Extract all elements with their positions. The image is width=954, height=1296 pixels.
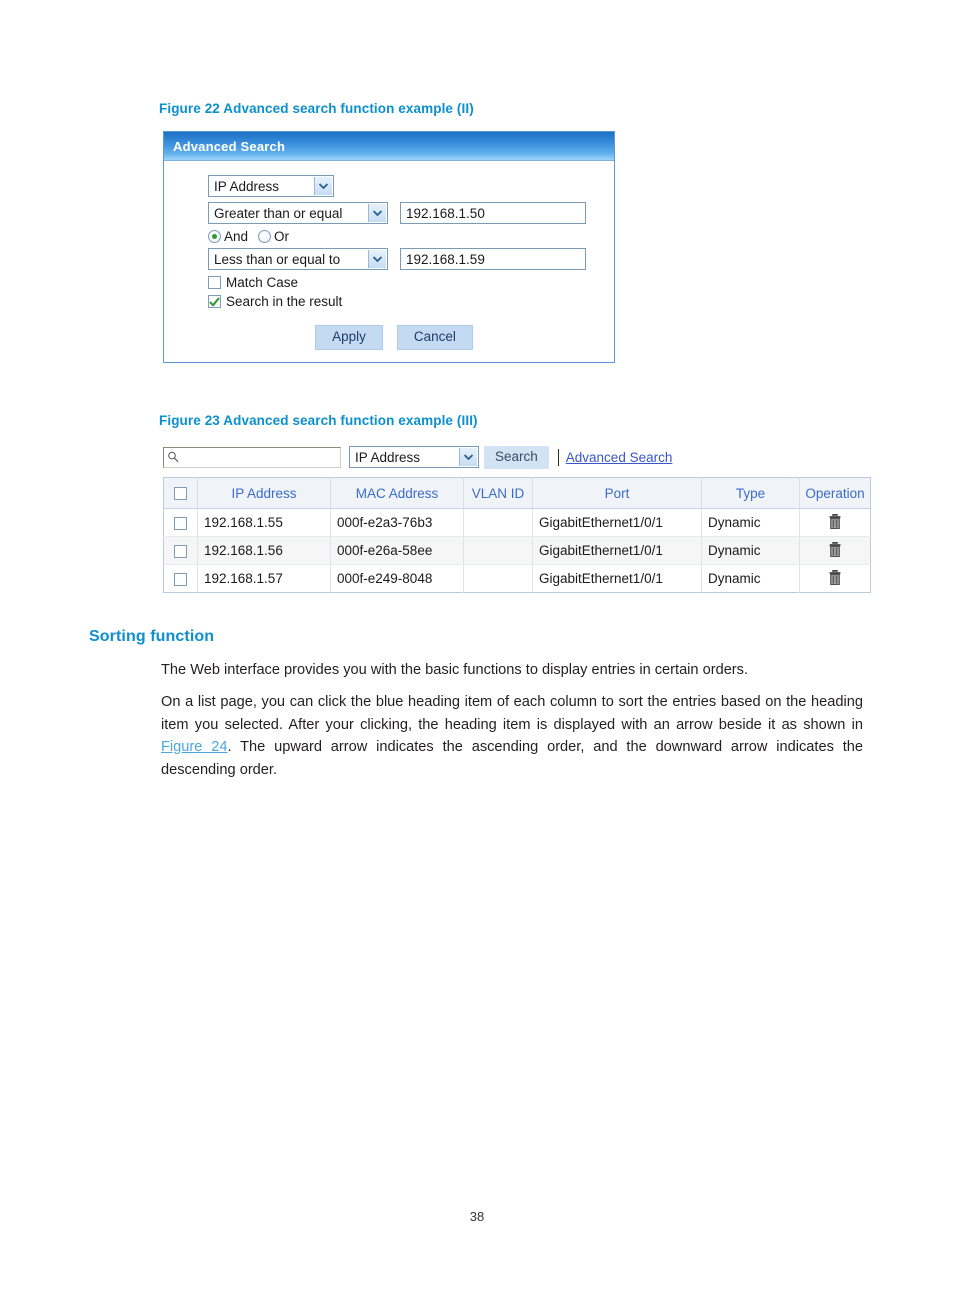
cell-port: GigabitEthernet1/0/1 [532, 508, 702, 537]
table-header-mac-address[interactable]: MAC Address [330, 477, 464, 509]
cell-type: Dynamic [701, 508, 800, 537]
entry-table: IP Address MAC Address VLAN ID Port Type… [163, 477, 871, 593]
row-checkbox[interactable] [174, 544, 187, 558]
magnifier-icon [168, 451, 179, 463]
search-field-select[interactable]: IP Address [208, 175, 334, 197]
cell-operation [799, 508, 871, 537]
table-row: 192.168.1.55 000f-e2a3-76b3 GigabitEther… [163, 508, 871, 537]
logic-operator-row: And Or [208, 229, 606, 244]
figure-22-caption: Figure 22 Advanced search function examp… [159, 101, 474, 116]
cancel-button[interactable]: Cancel [396, 325, 473, 350]
condition-2-value-text: 192.168.1.59 [406, 251, 485, 267]
advanced-search-dialog: Advanced Search IP Address Greater than … [163, 131, 615, 363]
condition-1-value-input[interactable]: 192.168.1.50 [400, 202, 586, 224]
trash-icon[interactable] [829, 541, 841, 560]
cell-operation [799, 536, 871, 565]
search-in-result-label: Search in the result [226, 294, 343, 309]
condition-2-value-input[interactable]: 192.168.1.59 [400, 248, 586, 270]
trash-icon[interactable] [829, 513, 841, 532]
toolbar-divider [557, 448, 559, 466]
search-input[interactable] [163, 446, 341, 468]
cell-type: Dynamic [701, 536, 800, 565]
table-header-ip-address[interactable]: IP Address [197, 477, 331, 509]
figure-24-link[interactable]: Figure 24 [161, 739, 227, 755]
table-header-vlan-id[interactable]: VLAN ID [463, 477, 533, 509]
row-checkbox[interactable] [174, 572, 187, 586]
advanced-search-dialog-title: Advanced Search [164, 132, 614, 160]
chevron-down-icon[interactable] [459, 448, 477, 466]
chevron-down-icon[interactable] [314, 177, 332, 195]
chevron-down-icon[interactable] [368, 250, 386, 268]
chevron-down-icon[interactable] [368, 204, 386, 222]
advanced-search-link[interactable]: Advanced Search [566, 450, 673, 465]
cell-vlan-id [463, 508, 533, 537]
table-row: 192.168.1.56 000f-e26a-58ee GigabitEther… [163, 536, 871, 565]
match-case-row[interactable]: Match Case [208, 275, 606, 290]
row-select-cell[interactable] [163, 564, 198, 593]
table-header-operation[interactable]: Operation [799, 477, 871, 509]
search-in-result-row[interactable]: Search in the result [208, 294, 606, 309]
row-select-cell[interactable] [163, 536, 198, 565]
check-icon [209, 296, 220, 307]
cell-mac-address: 000f-e2a3-76b3 [330, 508, 464, 537]
match-case-checkbox[interactable] [208, 276, 221, 289]
cell-mac-address: 000f-e26a-58ee [330, 536, 464, 565]
condition-2-row: Less than or equal to 192.168.1.59 [208, 248, 606, 270]
radio-or-label: Or [274, 229, 290, 244]
cell-ip-address: 192.168.1.55 [197, 508, 331, 537]
condition-1-value-text: 192.168.1.50 [406, 205, 485, 221]
radio-or[interactable] [258, 230, 272, 243]
table-header-row: IP Address MAC Address VLAN ID Port Type… [163, 477, 871, 509]
field-select-row: IP Address [208, 175, 606, 197]
search-in-result-checkbox[interactable] [208, 295, 221, 308]
entry-list-panel: IP Address Search Advanced Search IP Add… [163, 443, 871, 593]
search-button[interactable]: Search [484, 445, 549, 469]
advanced-search-dialog-body: IP Address Greater than or equal 192.168… [164, 160, 614, 362]
sorting-function-heading: Sorting function [89, 628, 215, 645]
cell-ip-address: 192.168.1.57 [197, 564, 331, 593]
list-toolbar: IP Address Search Advanced Search [163, 443, 863, 471]
table-row: 192.168.1.57 000f-e249-8048 GigabitEther… [163, 564, 871, 593]
row-checkbox[interactable] [174, 516, 187, 530]
condition-1-operator-select[interactable]: Greater than or equal [208, 202, 388, 224]
condition-2-operator-value: Less than or equal to [214, 251, 341, 267]
cell-type: Dynamic [701, 564, 800, 593]
cell-mac-address: 000f-e249-8048 [330, 564, 464, 593]
cell-vlan-id [463, 564, 533, 593]
cell-ip-address: 192.168.1.56 [197, 536, 331, 565]
figure-23-caption: Figure 23 Advanced search function examp… [159, 413, 478, 428]
condition-1-operator-value: Greater than or equal [214, 205, 343, 221]
apply-button[interactable]: Apply [315, 325, 383, 350]
cell-vlan-id [463, 536, 533, 565]
condition-2-operator-select[interactable]: Less than or equal to [208, 248, 388, 270]
sorting-paragraph-2-part1: On a list page, you can click the blue h… [161, 694, 863, 733]
search-field-filter-select[interactable]: IP Address [349, 446, 479, 468]
table-header-select-all[interactable] [163, 477, 198, 509]
trash-icon[interactable] [829, 569, 841, 588]
sorting-paragraph-2: On a list page, you can click the blue h… [161, 691, 863, 781]
condition-1-row: Greater than or equal 192.168.1.50 [208, 202, 606, 224]
search-field-select-value: IP Address [214, 178, 280, 194]
row-select-cell[interactable] [163, 508, 198, 537]
radio-and-label: And [224, 229, 249, 244]
dialog-button-row: Apply Cancel [182, 325, 606, 350]
page-number: 38 [469, 1209, 485, 1224]
cell-port: GigabitEthernet1/0/1 [532, 564, 702, 593]
match-case-label: Match Case [226, 275, 299, 290]
table-header-type[interactable]: Type [701, 477, 800, 509]
search-field-filter-value: IP Address [355, 449, 421, 465]
radio-and[interactable] [208, 230, 221, 243]
select-all-checkbox[interactable] [174, 487, 187, 501]
sorting-paragraph-1: The Web interface provides you with the … [161, 662, 749, 678]
cell-port: GigabitEthernet1/0/1 [532, 536, 702, 565]
table-header-port[interactable]: Port [532, 477, 702, 509]
sorting-paragraph-2-part2: . The upward arrow indicates the ascendi… [161, 739, 863, 778]
cell-operation [800, 565, 871, 593]
